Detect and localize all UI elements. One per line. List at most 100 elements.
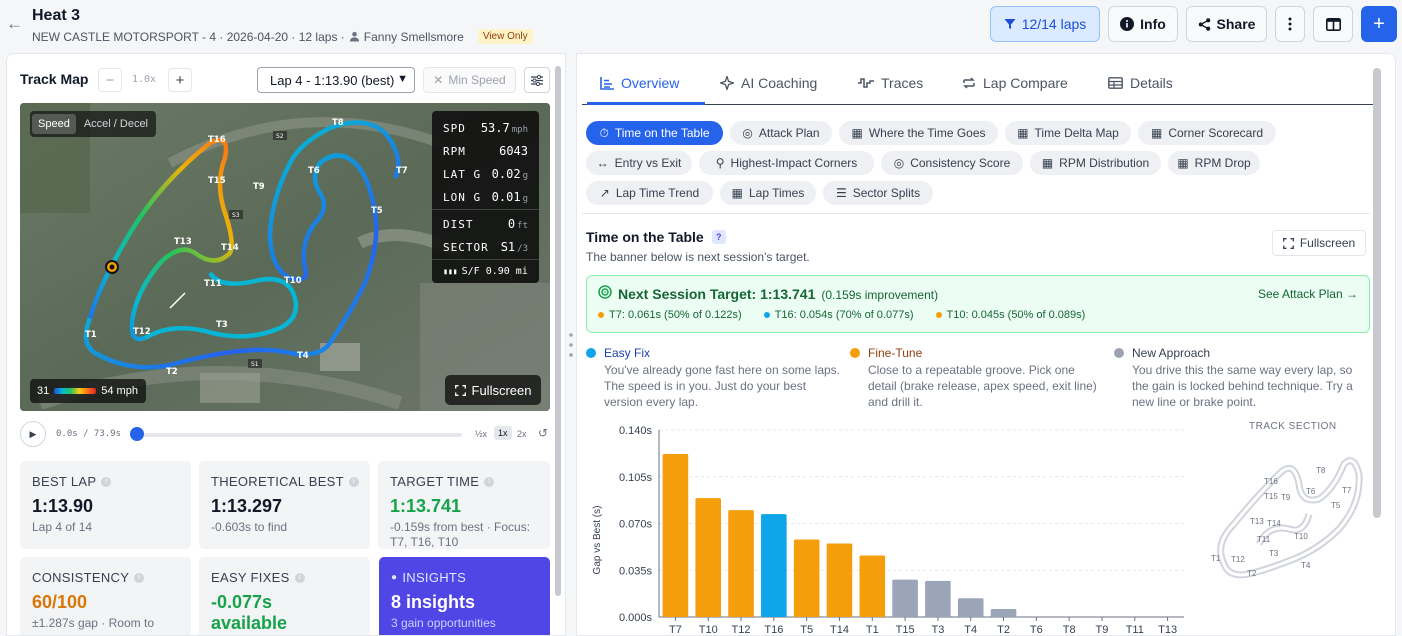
track-section-map: T1 T2 T3 T4 T5 T6 T7 T8 T9 T10 T11 T12 T… (1211, 457, 1363, 579)
mini-corner-label: T2 (1247, 569, 1257, 578)
speed-1x-button[interactable]: 1x (494, 426, 512, 440)
x-tick-label: T2 (997, 624, 1010, 636)
track-map[interactable]: T1 T2 T3 T4 T5 T6 T7 T8 T9 T10 T11 T12 T… (20, 103, 550, 411)
lap-select[interactable]: Lap 4 - 1:13.90 (best) ▼ (257, 67, 415, 93)
play-button[interactable]: ▶ (20, 421, 46, 447)
telemetry-row: LON G 0.01 g (443, 190, 528, 204)
playback-scrubber[interactable] (136, 433, 462, 437)
see-attack-plan-link[interactable]: See Attack Plan → (1258, 287, 1358, 301)
info-icon[interactable]: i (134, 572, 145, 583)
mini-corner-label: T12 (1231, 555, 1245, 564)
scrubber-handle[interactable] (130, 427, 144, 441)
left-panel: Track Map − 1.0x + Lap 4 - 1:13.90 (best… (6, 53, 566, 636)
tab-lap-compare[interactable]: Lap Compare (962, 75, 1068, 91)
status-dot (763, 312, 770, 318)
telemetry-label: LON G (443, 191, 482, 204)
card-value: 8 insights (391, 592, 476, 612)
start-finish-distance: S/F 0.90 mi (461, 266, 528, 277)
fullscreen-label: Fullscreen (1299, 236, 1356, 250)
layout-toggle-button[interactable] (1313, 6, 1353, 42)
help-icon[interactable]: ? (711, 230, 726, 244)
pill-lap-times[interactable]: ▦ Lap Times (720, 181, 816, 205)
main-tabs: Overview AI Coaching Traces Lap Compare … (582, 66, 1374, 105)
target-icon: ◎ (742, 126, 753, 140)
speed-legend: 31 54 mph (30, 379, 146, 403)
legend-max: 54 mph (101, 385, 138, 397)
card-label: THEORETICAL BEST i (211, 474, 359, 489)
laps-filter-button[interactable]: 12/14 laps (990, 6, 1100, 42)
corner-label-t6: T6 (308, 166, 320, 176)
mini-corner-label: T11 (1257, 535, 1271, 544)
zoom-in-button[interactable]: + (168, 68, 192, 92)
back-arrow-icon[interactable]: ← (6, 14, 23, 34)
pill-attack-plan[interactable]: ◎ Attack Plan (730, 121, 832, 145)
accel-mode-button[interactable]: Accel / Decel (78, 114, 154, 134)
info-icon[interactable]: i (348, 476, 359, 487)
corner-label-t16: T16 (208, 135, 226, 145)
zoom-out-button[interactable]: − (98, 68, 122, 92)
card-label-text: THEORETICAL BEST (211, 474, 344, 489)
pill-label: Time Delta Map (1034, 126, 1119, 140)
gauge-icon: ▦ (1177, 156, 1189, 170)
share-button[interactable]: Share (1186, 6, 1267, 42)
pill-rpm-distribution[interactable]: ▦ RPM Distribution (1030, 151, 1161, 175)
focus-item-text: T16: 0.054s (70% of 0.077s) (774, 309, 914, 321)
reset-icon[interactable]: ↺ (538, 426, 548, 440)
card-value-line2: available (211, 613, 288, 633)
fullscreen-label: Fullscreen (471, 382, 532, 398)
info-icon[interactable]: i (484, 476, 495, 487)
telemetry-row: DIST 0 ft (443, 217, 528, 231)
right-scrollbar[interactable] (1373, 68, 1381, 518)
speed-2x-button[interactable]: 2x (517, 429, 527, 439)
tab-label: Lap Compare (983, 75, 1068, 91)
category-new-approach: New Approach You drive this the same way… (1114, 346, 1370, 410)
pill-lap-time-trend[interactable]: ↗ Lap Time Trend (586, 181, 713, 205)
pill-label: RPM Distribution (1059, 156, 1150, 170)
x-tick-label: T6 (1030, 624, 1043, 636)
info-icon[interactable]: i (101, 476, 112, 487)
pill-rpm-drop[interactable]: ▦ RPM Drop (1168, 151, 1260, 175)
info-icon[interactable]: i (294, 572, 305, 583)
corner-label-t11: T11 (204, 279, 222, 289)
tab-ai-coaching[interactable]: AI Coaching (720, 75, 817, 91)
focus-item-text: T7: 0.061s (50% of 0.122s) (609, 309, 742, 321)
pill-consistency-score[interactable]: ◎ Consistency Score (881, 151, 1023, 175)
more-menu-button[interactable] (1275, 6, 1305, 42)
card-subtext: -0.159s from best · Focus: T7, T16, T10 (390, 520, 531, 549)
pill-time-on-the-table[interactable]: ⏱ Time on the Table (586, 121, 723, 145)
pill-label: Lap Times (748, 186, 805, 200)
pill-corner-scorecard[interactable]: ▦ Corner Scorecard (1138, 121, 1276, 145)
map-fullscreen-button[interactable]: Fullscreen (445, 375, 541, 405)
card-label-text: EASY FIXES (211, 570, 290, 585)
category-heading: Easy Fix (586, 346, 842, 360)
info-button[interactable]: Info (1108, 6, 1178, 42)
add-button[interactable]: + (1361, 6, 1397, 42)
x-tick-label: T15 (896, 624, 915, 636)
panel-resize-handle[interactable] (566, 53, 576, 636)
min-speed-button[interactable]: ✕ Min Speed (423, 67, 516, 93)
chart-fullscreen-button[interactable]: Fullscreen (1272, 230, 1366, 256)
tab-label: Details (1130, 75, 1173, 91)
tab-traces[interactable]: Traces (858, 75, 923, 91)
pill-sector-splits[interactable]: ☰ Sector Splits (823, 181, 933, 205)
pill-highest-impact-corners[interactable]: ⚲ Highest-Impact Corners (699, 151, 874, 175)
insights-card[interactable]: ● INSIGHTS 8 insights 3 gain opportunitie… (379, 557, 550, 635)
pill-where-the-time-goes[interactable]: ▦ Where the Time Goes (839, 121, 998, 145)
speed-mode-button[interactable]: Speed (32, 114, 76, 134)
tab-details[interactable]: Details (1108, 75, 1173, 91)
category-description: Close to a repeatable groove. Pick one d… (868, 363, 1097, 409)
map-icon: ▦ (1017, 126, 1029, 140)
left-scrollbar[interactable] (555, 66, 561, 596)
map-settings-button[interactable] (524, 67, 550, 93)
driver-name[interactable]: Fanny Smellsmore (364, 30, 464, 44)
y-tick-label: 0.140s (619, 425, 653, 437)
bar-t12 (728, 510, 754, 617)
telemetry-label: DIST (443, 218, 474, 231)
session-subtitle: NEW CASTLE MOTORSPORT - 4 · 2026-04-20 ·… (32, 29, 533, 44)
speed-half-button[interactable]: ½x (475, 429, 487, 439)
pill-time-delta-map[interactable]: ▦ Time Delta Map (1005, 121, 1131, 145)
pill-entry-vs-exit[interactable]: ↔ Entry vs Exit (586, 151, 692, 175)
easy-fixes-card: EASY FIXES i -0.077s available (199, 557, 370, 635)
telemetry-unit: ft (517, 221, 528, 231)
tab-overview[interactable]: Overview (600, 75, 679, 91)
